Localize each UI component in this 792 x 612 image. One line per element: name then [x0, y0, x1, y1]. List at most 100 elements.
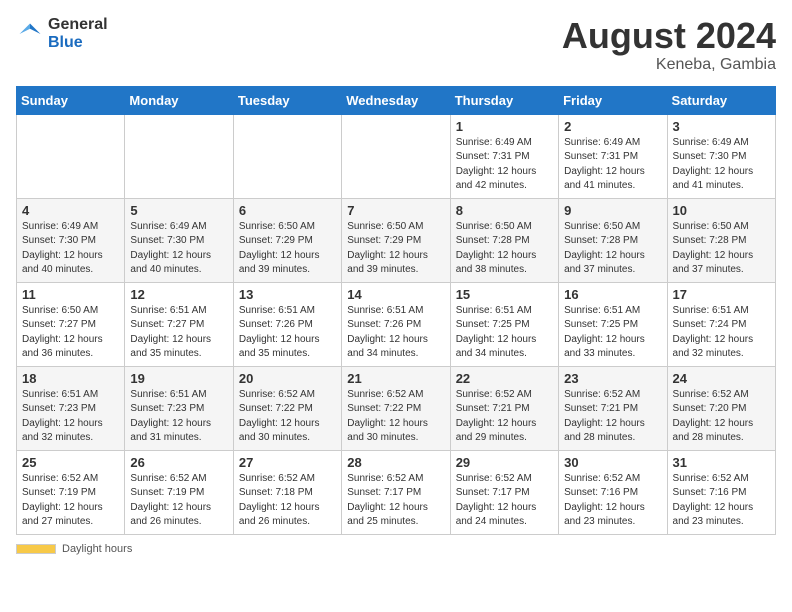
- cell-info-text: Sunrise: 6:49 AM Sunset: 7:30 PM Dayligh…: [130, 220, 227, 278]
- table-row: 19 Sunrise: 6:51 AM Sunset: 7:23 PM Dayli…: [125, 366, 233, 450]
- table-row: 13 Sunrise: 6:51 AM Sunset: 7:26 PM Dayli…: [233, 282, 341, 366]
- day-number: 24: [673, 371, 770, 386]
- table-row: 18 Sunrise: 6:51 AM Sunset: 7:23 PM Dayli…: [17, 366, 125, 450]
- day-number: 6: [239, 203, 336, 218]
- cell-info-text: Sunrise: 6:50 AM Sunset: 7:28 PM Dayligh…: [456, 220, 553, 278]
- calendar-week-row: 4 Sunrise: 6:49 AM Sunset: 7:30 PM Daylig…: [17, 198, 776, 282]
- cell-info-text: Sunrise: 6:51 AM Sunset: 7:27 PM Dayligh…: [130, 304, 227, 362]
- calendar-table: Sunday Monday Tuesday Wednesday Thursday…: [16, 86, 776, 535]
- footer-label: Daylight hours: [62, 543, 132, 555]
- cell-info-text: Sunrise: 6:49 AM Sunset: 7:31 PM Dayligh…: [564, 136, 661, 194]
- table-row: 7 Sunrise: 6:50 AM Sunset: 7:29 PM Daylig…: [342, 198, 450, 282]
- cell-info-text: Sunrise: 6:51 AM Sunset: 7:23 PM Dayligh…: [130, 388, 227, 446]
- table-row: 4 Sunrise: 6:49 AM Sunset: 7:30 PM Daylig…: [17, 198, 125, 282]
- cell-info-text: Sunrise: 6:50 AM Sunset: 7:27 PM Dayligh…: [22, 304, 119, 362]
- cell-info-text: Sunrise: 6:52 AM Sunset: 7:16 PM Dayligh…: [673, 472, 770, 530]
- col-thursday: Thursday: [450, 86, 558, 114]
- calendar-header-row: Sunday Monday Tuesday Wednesday Thursday…: [17, 86, 776, 114]
- day-number: 4: [22, 203, 119, 218]
- col-monday: Monday: [125, 86, 233, 114]
- col-tuesday: Tuesday: [233, 86, 341, 114]
- day-number: 5: [130, 203, 227, 218]
- table-row: 5 Sunrise: 6:49 AM Sunset: 7:30 PM Daylig…: [125, 198, 233, 282]
- title-block: August 2024 Keneba, Gambia: [562, 16, 776, 74]
- day-number: 19: [130, 371, 227, 386]
- calendar-week-row: 25 Sunrise: 6:52 AM Sunset: 7:19 PM Dayli…: [17, 450, 776, 534]
- table-row: 21Sunrise: 6:52 AM Sunset: 7:22 PM Dayli…: [342, 366, 450, 450]
- day-number: 28: [347, 455, 444, 470]
- day-number: 17: [673, 287, 770, 302]
- table-row: 23 Sunrise: 6:52 AM Sunset: 7:21 PM Dayli…: [559, 366, 667, 450]
- table-row: 29Sunrise: 6:52 AM Sunset: 7:17 PM Dayli…: [450, 450, 558, 534]
- table-row: 17 Sunrise: 6:51 AM Sunset: 7:24 PM Dayli…: [667, 282, 775, 366]
- cell-info-text: Sunrise: 6:52 AM Sunset: 7:20 PM Dayligh…: [673, 388, 770, 446]
- day-number: 10: [673, 203, 770, 218]
- table-row: 28 Sunrise: 6:52 AM Sunset: 7:17 PM Dayli…: [342, 450, 450, 534]
- logo: General Blue: [16, 16, 108, 51]
- day-number: 1: [456, 119, 553, 134]
- cell-info-text: Sunrise: 6:50 AM Sunset: 7:29 PM Dayligh…: [347, 220, 444, 278]
- cell-info-text: Sunrise: 6:49 AM Sunset: 7:30 PM Dayligh…: [22, 220, 119, 278]
- cell-info-text: Sunrise: 6:51 AM Sunset: 7:24 PM Dayligh…: [673, 304, 770, 362]
- day-number: 20: [239, 371, 336, 386]
- table-row: 9 Sunrise: 6:50 AM Sunset: 7:28 PM Daylig…: [559, 198, 667, 282]
- cell-info-text: Sunrise: 6:51 AM Sunset: 7:26 PM Dayligh…: [347, 304, 444, 362]
- table-row: [17, 114, 125, 198]
- cell-info-text: Sunrise: 6:52 AM Sunset: 7:22 PM Dayligh…: [239, 388, 336, 446]
- cell-info-text: Sunrise: 6:52 AM Sunset: 7:17 PM Dayligh…: [347, 472, 444, 530]
- day-number: 9: [564, 203, 661, 218]
- day-number: 31: [673, 455, 770, 470]
- cell-info-text: Sunrise: 6:51 AM Sunset: 7:26 PM Dayligh…: [239, 304, 336, 362]
- logo-icon: [16, 20, 44, 48]
- cell-info-text: Sunrise: 6:51 AM Sunset: 7:23 PM Dayligh…: [22, 388, 119, 446]
- table-row: 20 Sunrise: 6:52 AM Sunset: 7:22 PM Dayli…: [233, 366, 341, 450]
- month-year-title: August 2024: [562, 16, 776, 56]
- cell-info-text: Sunrise: 6:50 AM Sunset: 7:28 PM Dayligh…: [564, 220, 661, 278]
- table-row: 24 Sunrise: 6:52 AM Sunset: 7:20 PM Dayli…: [667, 366, 775, 450]
- day-number: 23: [564, 371, 661, 386]
- table-row: 30 Sunrise: 6:52 AM Sunset: 7:16 PM Dayli…: [559, 450, 667, 534]
- day-number: 2: [564, 119, 661, 134]
- day-number: 30: [564, 455, 661, 470]
- day-number: 21: [347, 371, 444, 386]
- table-row: 6Sunrise: 6:50 AM Sunset: 7:29 PM Daylig…: [233, 198, 341, 282]
- day-number: 15: [456, 287, 553, 302]
- table-row: [233, 114, 341, 198]
- day-number: 22: [456, 371, 553, 386]
- col-sunday: Sunday: [17, 86, 125, 114]
- day-number: 16: [564, 287, 661, 302]
- day-number: 18: [22, 371, 119, 386]
- table-row: 31 Sunrise: 6:52 AM Sunset: 7:16 PM Dayli…: [667, 450, 775, 534]
- day-number: 27: [239, 455, 336, 470]
- cell-info-text: Sunrise: 6:52 AM Sunset: 7:16 PM Dayligh…: [564, 472, 661, 530]
- table-row: 11 Sunrise: 6:50 AM Sunset: 7:27 PM Dayli…: [17, 282, 125, 366]
- cell-info-text: Sunrise: 6:49 AM Sunset: 7:31 PM Dayligh…: [456, 136, 553, 194]
- table-row: 3Sunrise: 6:49 AM Sunset: 7:30 PM Daylig…: [667, 114, 775, 198]
- cell-info-text: Sunrise: 6:52 AM Sunset: 7:21 PM Dayligh…: [564, 388, 661, 446]
- day-number: 11: [22, 287, 119, 302]
- table-row: 10Sunrise: 6:50 AM Sunset: 7:28 PM Dayli…: [667, 198, 775, 282]
- day-number: 8: [456, 203, 553, 218]
- table-row: [342, 114, 450, 198]
- day-number: 26: [130, 455, 227, 470]
- day-number: 7: [347, 203, 444, 218]
- logo-general-text: General: [48, 16, 108, 34]
- table-row: 12Sunrise: 6:51 AM Sunset: 7:27 PM Dayli…: [125, 282, 233, 366]
- logo-blue-text: Blue: [48, 34, 108, 52]
- table-row: 16Sunrise: 6:51 AM Sunset: 7:25 PM Dayli…: [559, 282, 667, 366]
- calendar-week-row: 1 Sunrise: 6:49 AM Sunset: 7:31 PM Daylig…: [17, 114, 776, 198]
- table-row: 15 Sunrise: 6:51 AM Sunset: 7:25 PM Dayli…: [450, 282, 558, 366]
- cell-info-text: Sunrise: 6:52 AM Sunset: 7:19 PM Dayligh…: [22, 472, 119, 530]
- cell-info-text: Sunrise: 6:51 AM Sunset: 7:25 PM Dayligh…: [456, 304, 553, 362]
- daylight-bar-icon: [16, 544, 56, 554]
- day-number: 13: [239, 287, 336, 302]
- table-row: 2 Sunrise: 6:49 AM Sunset: 7:31 PM Daylig…: [559, 114, 667, 198]
- col-friday: Friday: [559, 86, 667, 114]
- page-header: General Blue August 2024 Keneba, Gambia: [16, 16, 776, 74]
- day-number: 14: [347, 287, 444, 302]
- day-number: 25: [22, 455, 119, 470]
- cell-info-text: Sunrise: 6:49 AM Sunset: 7:30 PM Dayligh…: [673, 136, 770, 194]
- footer: Daylight hours: [16, 543, 776, 555]
- calendar-week-row: 18 Sunrise: 6:51 AM Sunset: 7:23 PM Dayli…: [17, 366, 776, 450]
- calendar-week-row: 11 Sunrise: 6:50 AM Sunset: 7:27 PM Dayli…: [17, 282, 776, 366]
